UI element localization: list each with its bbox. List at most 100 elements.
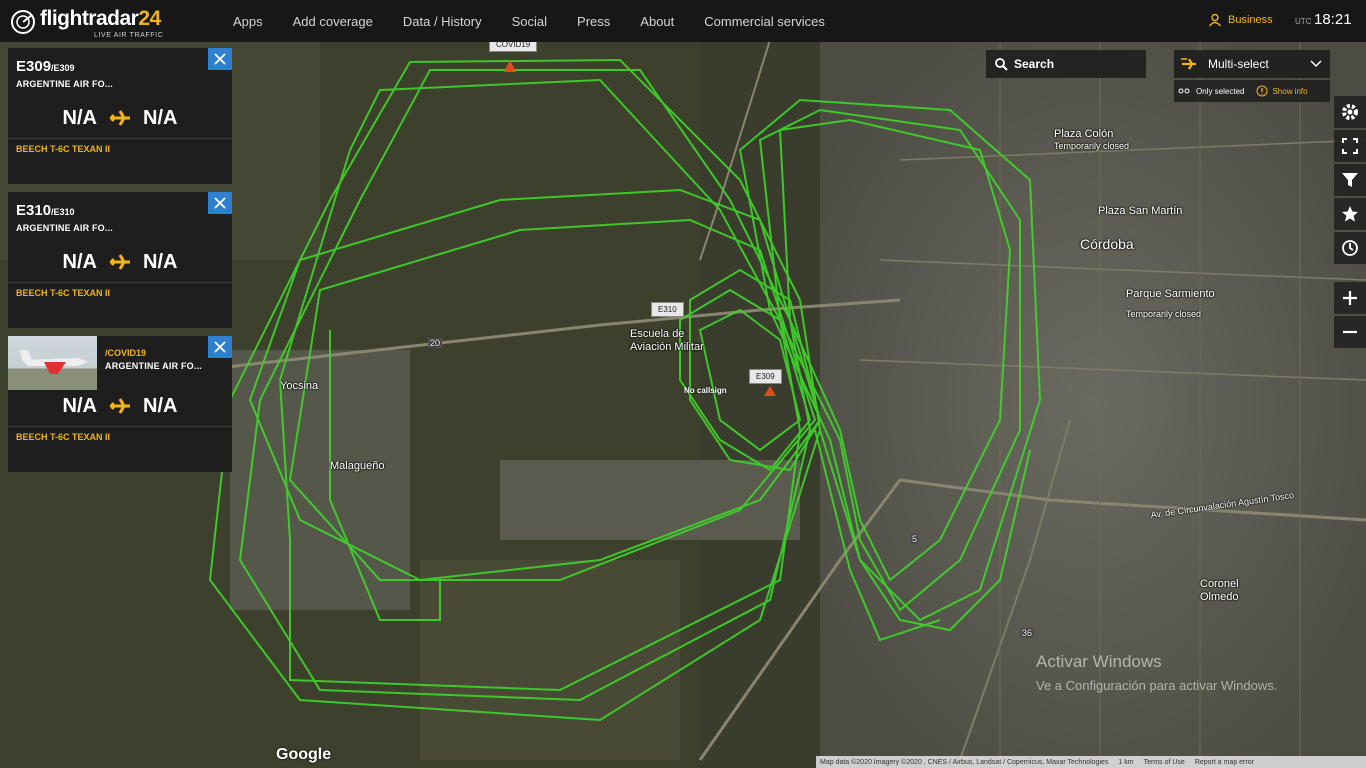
callsign: E309: [16, 58, 52, 75]
close-card-button[interactable]: [208, 192, 232, 214]
windows-activation-text: Ve a Configuración para activar Windows.: [1036, 678, 1278, 693]
main-nav: Apps Add coverage Data / History Social …: [233, 0, 855, 42]
place-label-yocsina: Yocsina: [280, 380, 319, 392]
poi-label-plaza-colon: Plaza Colón: [1054, 128, 1114, 140]
scale-bar[interactable]: 1 km: [1118, 759, 1133, 766]
plus-icon: [1343, 291, 1357, 305]
divider: [8, 426, 232, 427]
airline-name: ARGENTINE AIR FO...: [16, 79, 113, 89]
timezone-label: UTC: [1295, 17, 1312, 26]
close-card-button[interactable]: [208, 48, 232, 70]
search-icon: [995, 58, 1008, 71]
zoom-out-button[interactable]: [1334, 316, 1366, 348]
aircraft-photo[interactable]: [8, 336, 97, 390]
favorites-button[interactable]: [1334, 198, 1366, 230]
clock-time: 18:21: [1314, 11, 1352, 28]
business-account-button[interactable]: Business: [1208, 13, 1273, 27]
place-label-coronel-olmedo: Coronel Olmedo: [1200, 578, 1239, 603]
poi-label-escuela-aviacion: Escuela de Aviación Militar: [630, 328, 704, 353]
poi-status-parque-sarmiento: Temporarily closed: [1126, 309, 1202, 319]
report-error-link[interactable]: Report a map error: [1195, 759, 1254, 766]
nav-apps[interactable]: Apps: [233, 14, 263, 29]
windows-activation-title: Activar Windows: [1036, 652, 1162, 671]
multiselect-options: Only selected Show info: [1174, 80, 1330, 102]
close-card-button[interactable]: [208, 336, 232, 358]
aircraft-photo-image: [20, 350, 88, 374]
nav-social[interactable]: Social: [512, 14, 547, 29]
history-icon: [1342, 240, 1358, 256]
info-icon: [1256, 85, 1268, 97]
city-label-cordoba: Córdoba: [1080, 236, 1134, 252]
show-info-toggle[interactable]: Show info: [1272, 87, 1307, 96]
aircraft-type: BEECH T-6C TEXAN II: [16, 432, 111, 442]
callsign: E310: [16, 202, 52, 219]
route: N/A N/A: [8, 98, 232, 138]
flightradar24-logo[interactable]: flightradar24 LIVE AIR TRAFFIC: [10, 5, 163, 39]
close-icon: [214, 197, 226, 209]
road-shield-36: 36: [1020, 628, 1035, 638]
destination: N/A: [143, 106, 178, 129]
terms-link[interactable]: Terms of Use: [1144, 759, 1185, 766]
zoom-in-button[interactable]: [1334, 282, 1366, 314]
search-label: Search: [1014, 57, 1055, 71]
aircraft-tag-e310[interactable]: E310: [651, 302, 684, 317]
divider: [8, 138, 232, 139]
flight-number: /COVID19: [105, 348, 147, 358]
road-shield-20: 20: [428, 338, 443, 348]
poi-label-parque-sarmiento: Parque Sarmiento: [1126, 288, 1215, 300]
airplane-icon: [110, 254, 130, 270]
only-selected-toggle[interactable]: Only selected: [1196, 87, 1244, 96]
airline-name: ARGENTINE AIR FO...: [105, 361, 202, 371]
poi-status-plaza-colon: Temporarily closed: [1054, 141, 1130, 151]
aircraft-tag-e309[interactable]: E309: [749, 369, 782, 384]
route: N/A N/A: [8, 386, 232, 426]
poi-label-plaza-san-martin: Plaza San Martín: [1098, 205, 1183, 217]
destination: N/A: [143, 250, 178, 273]
close-icon: [214, 341, 226, 353]
flight-card-e310[interactable]: E310/E310 ARGENTINE AIR FO... N/A N/A BE…: [8, 192, 232, 328]
minus-icon: [1343, 330, 1357, 334]
nav-about[interactable]: About: [640, 14, 674, 29]
airplane-icon: [110, 110, 130, 126]
origin: N/A: [62, 394, 97, 417]
multiselect-dropdown[interactable]: Multi-select: [1174, 50, 1330, 78]
nav-add-coverage[interactable]: Add coverage: [293, 14, 373, 29]
chevron-down-icon: [1310, 60, 1322, 68]
flight-number: /E309: [51, 63, 75, 73]
link-icon: [1178, 88, 1190, 94]
route: N/A N/A: [8, 242, 232, 282]
origin: N/A: [62, 106, 97, 129]
star-icon: [1342, 206, 1358, 222]
aircraft-type: BEECH T-6C TEXAN II: [16, 288, 111, 298]
filter-button[interactable]: [1334, 164, 1366, 196]
airline-name: ARGENTINE AIR FO...: [16, 223, 113, 233]
expand-icon: [1342, 138, 1358, 154]
settings-button[interactable]: [1334, 96, 1366, 128]
flight-card-e309[interactable]: E309/E309 ARGENTINE AIR FO... N/A N/A BE…: [8, 48, 232, 184]
road-shield-5: 5: [910, 534, 920, 544]
user-icon: [1208, 13, 1222, 27]
top-navigation-bar: flightradar24 LIVE AIR TRAFFIC Apps Add …: [0, 0, 1366, 42]
brand-tagline: LIVE AIR TRAFFIC: [94, 32, 164, 39]
airplane-icon: [110, 398, 130, 414]
flight-number: /E310: [51, 207, 75, 217]
search-button[interactable]: Search: [986, 50, 1146, 78]
map-data-credit: Map data ©2020 Imagery ©2020 , CNES / Ai…: [820, 758, 1109, 766]
brand-name: flightradar: [40, 7, 139, 30]
fullscreen-button[interactable]: [1334, 130, 1366, 162]
multiselect-label: Multi-select: [1208, 57, 1269, 71]
business-label: Business: [1228, 14, 1273, 26]
aircraft-tag-no-callsign[interactable]: No callsign: [684, 386, 727, 395]
nav-data-history[interactable]: Data / History: [403, 14, 482, 29]
filter-icon: [1342, 173, 1358, 187]
place-label-malagueno: Malagueño: [330, 460, 385, 472]
radar-logo-icon: [11, 10, 35, 34]
nav-press[interactable]: Press: [577, 14, 610, 29]
close-icon: [214, 53, 226, 65]
google-logo: Google: [276, 746, 332, 763]
flight-card-covid19[interactable]: /COVID19 ARGENTINE AIR FO... N/A N/A BEE…: [8, 336, 232, 472]
origin: N/A: [62, 250, 97, 273]
map-attribution-bar: Map data ©2020 Imagery ©2020 , CNES / Ai…: [816, 756, 1366, 768]
playback-button[interactable]: [1334, 232, 1366, 264]
nav-commercial-services[interactable]: Commercial services: [704, 14, 825, 29]
